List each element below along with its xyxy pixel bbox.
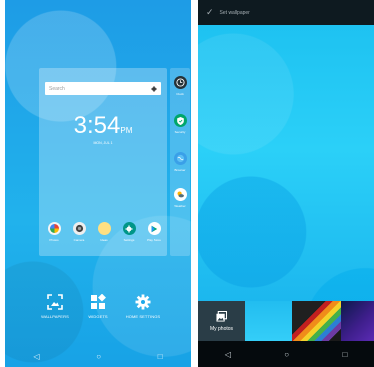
- home-icon[interactable]: ○: [96, 352, 101, 361]
- app-label: Photos: [49, 238, 59, 242]
- app-settings[interactable]: Settings: [118, 222, 140, 242]
- app-label: Play Store: [147, 238, 161, 242]
- shield-icon: [173, 114, 187, 127]
- wallpaper-icon: [47, 294, 63, 310]
- app-clock[interactable]: Clock: [170, 76, 190, 96]
- app-label: Camera: [73, 238, 85, 242]
- navigation-bar: ◁ ○ □: [5, 345, 191, 367]
- back-icon[interactable]: ◁: [225, 350, 231, 359]
- app-label: Browser: [174, 168, 186, 172]
- gear-icon: [122, 222, 136, 235]
- app-photos[interactable]: Photos: [43, 222, 65, 242]
- app-security[interactable]: Security: [170, 114, 190, 134]
- recents-icon[interactable]: □: [158, 352, 163, 361]
- check-icon[interactable]: ✓: [206, 7, 214, 18]
- my-photos-button[interactable]: My photos: [198, 301, 245, 341]
- app-play-store[interactable]: Play Store: [143, 222, 165, 242]
- clock-icon: [173, 76, 187, 89]
- wallpaper-thumbnail[interactable]: [341, 301, 374, 341]
- pinwheel-icon: [47, 222, 61, 235]
- clock-time: 3:54: [73, 112, 121, 139]
- my-photos-label: My photos: [209, 325, 234, 332]
- gear-icon: [135, 294, 151, 310]
- app-label: Clock: [176, 92, 184, 96]
- widgets-button[interactable]: WIDGETS: [78, 294, 118, 319]
- search-placeholder: Search: [49, 85, 65, 92]
- photo-gallery-icon: [216, 310, 227, 322]
- camera-icon: [72, 222, 86, 235]
- wallpapers-button[interactable]: WALLPAPERS: [35, 294, 75, 319]
- wallpaper-thumbnail[interactable]: [245, 301, 292, 341]
- clock-date: MON, JUL 1: [93, 141, 113, 145]
- wallpapers-label: WALLPAPERS: [41, 314, 69, 319]
- gear-icon[interactable]: [151, 85, 157, 92]
- app-label: Settings: [123, 238, 135, 242]
- weather-icon: [173, 188, 187, 201]
- app-ideas[interactable]: Ideas: [93, 222, 115, 242]
- navigation-bar: ◁ ○ □: [198, 341, 374, 367]
- recents-icon[interactable]: □: [342, 350, 347, 359]
- home-settings-button[interactable]: HOME SETTINGS: [123, 294, 163, 319]
- home-settings-label: HOME SETTINGS: [125, 314, 161, 319]
- dock-apps: Photos Camera Ideas Settings Play Store: [43, 222, 165, 242]
- back-icon[interactable]: ◁: [33, 352, 39, 361]
- home-screen-preview[interactable]: Search 3:54PM MON, JUL 1 Photos Camera I…: [39, 68, 167, 256]
- app-browser[interactable]: Browser: [170, 152, 190, 172]
- set-wallpaper-title[interactable]: Set wallpaper: [220, 10, 250, 16]
- play-store-icon: [147, 222, 161, 235]
- app-camera[interactable]: Camera: [68, 222, 90, 242]
- wallpaper-thumbnail[interactable]: [292, 301, 341, 341]
- action-bar: ✓ Set wallpaper: [198, 0, 374, 25]
- widgets-label: WIDGETS: [88, 314, 108, 319]
- search-bar[interactable]: Search: [45, 82, 161, 95]
- wallpaper-preview[interactable]: [198, 25, 374, 301]
- clock-widget[interactable]: 3:54PM: [39, 112, 167, 140]
- wallpaper-thumbnails: My photos: [198, 301, 374, 341]
- globe-icon: [173, 152, 187, 165]
- widgets-icon: [91, 294, 106, 309]
- set-wallpaper-screen: ✓ Set wallpaper My photos ◁ ○ □: [198, 0, 374, 367]
- lightbulb-icon: [97, 222, 111, 235]
- home-screen-editor: Search 3:54PM MON, JUL 1 Photos Camera I…: [5, 0, 191, 367]
- app-label: Weather: [174, 204, 186, 208]
- clock-ampm: PM: [120, 126, 133, 135]
- side-app-column: Clock Security Browser Weather: [170, 68, 190, 256]
- app-label: Security: [174, 130, 186, 134]
- app-weather[interactable]: Weather: [170, 188, 190, 208]
- home-icon[interactable]: ○: [284, 350, 289, 359]
- app-label: Ideas: [100, 238, 108, 242]
